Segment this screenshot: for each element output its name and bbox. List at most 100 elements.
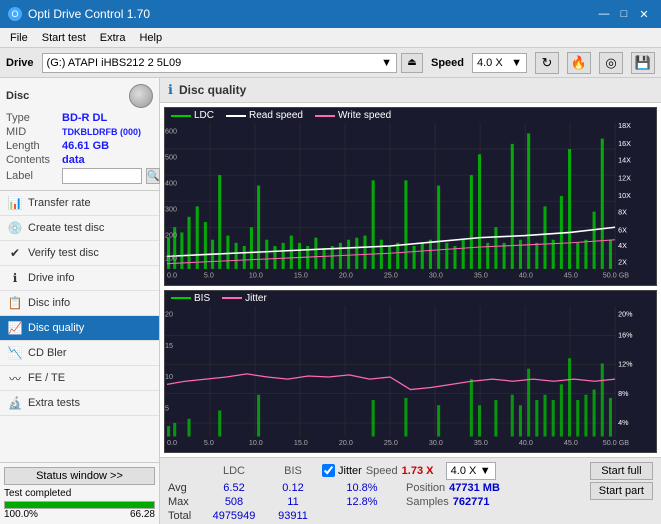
- avg-label: Avg: [168, 482, 200, 494]
- svg-text:8%: 8%: [618, 388, 629, 397]
- speed-value: 4.0 X: [477, 57, 503, 69]
- read-speed-color: [226, 115, 246, 117]
- refresh-button[interactable]: ↻: [535, 52, 559, 74]
- maximize-button[interactable]: □: [615, 5, 633, 23]
- save-button[interactable]: 💾: [631, 52, 655, 74]
- burn-button[interactable]: 🔥: [567, 52, 591, 74]
- total-ldc: 4975949: [204, 510, 264, 522]
- close-button[interactable]: ✕: [635, 5, 653, 23]
- speed-combo-arrow: ▼: [480, 465, 491, 477]
- svg-text:200: 200: [165, 231, 177, 240]
- bis-header: BIS: [268, 465, 318, 477]
- total-bis: 93911: [268, 510, 318, 522]
- sidebar-item-create-test-disc[interactable]: 💿 Create test disc: [0, 216, 159, 241]
- chart2-wrapper: BIS Jitter: [164, 290, 657, 453]
- legend-write-speed: Write speed: [315, 110, 391, 121]
- chart2-legend: BIS Jitter: [165, 291, 656, 306]
- chart2-svg: 20% 16% 12% 8% 4% 20 15 10 5 0.0 5.0 10.…: [165, 306, 656, 452]
- sidebar-item-extra-tests[interactable]: 🔬 Extra tests: [0, 391, 159, 416]
- disc-type-label: Type: [6, 112, 58, 124]
- label-button[interactable]: 🔍: [146, 168, 160, 184]
- label-input[interactable]: [62, 168, 142, 184]
- start-buttons: Start full Start part: [590, 462, 653, 500]
- jitter-label-chart: Jitter: [245, 293, 267, 304]
- sidebar-item-verify-test-disc[interactable]: ✔ Verify test disc: [0, 241, 159, 266]
- svg-text:6X: 6X: [618, 225, 627, 234]
- sidebar-item-fe-te[interactable]: 〰 FE / TE: [0, 366, 159, 391]
- jitter-checkbox-group: Jitter: [322, 464, 362, 477]
- progress-percent: 100.0%: [4, 509, 38, 520]
- ldc-label: LDC: [194, 110, 214, 121]
- disc-label-label: Label: [6, 170, 58, 182]
- svg-text:12%: 12%: [618, 359, 633, 368]
- svg-text:15.0: 15.0: [294, 270, 308, 279]
- svg-text:2X: 2X: [618, 258, 627, 267]
- sidebar-item-cd-bler[interactable]: 📉 CD Bler: [0, 341, 159, 366]
- disc-length-label: Length: [6, 140, 58, 152]
- svg-text:12X: 12X: [618, 173, 631, 182]
- minimize-button[interactable]: —: [595, 5, 613, 23]
- main-layout: Disc Type BD-R DL MID TDKBLDRFB (000) Le…: [0, 78, 661, 524]
- svg-text:10X: 10X: [618, 191, 631, 200]
- disc-length-field: Length 46.61 GB: [6, 140, 153, 152]
- stats-table: LDC BIS Jitter Speed 1.73 X 4.0 X ▼: [168, 462, 500, 522]
- menu-start-test[interactable]: Start test: [36, 31, 92, 45]
- content-title: Disc quality: [179, 83, 246, 97]
- disc-mid-value: TDKBLDRFB (000): [62, 127, 141, 137]
- disc-info-icon: 📋: [8, 296, 22, 310]
- svg-text:40.0: 40.0: [519, 270, 533, 279]
- extra-tests-icon: 🔬: [8, 396, 22, 410]
- fe-te-label: FE / TE: [28, 372, 65, 384]
- window-controls: — □ ✕: [595, 5, 653, 23]
- svg-text:45.0: 45.0: [564, 437, 578, 446]
- speed-arrow: ▼: [511, 57, 522, 69]
- progress-bar-container: [4, 501, 155, 509]
- content-icon: ℹ: [168, 82, 173, 98]
- max-label: Max: [168, 496, 200, 508]
- menu-extra[interactable]: Extra: [94, 31, 132, 45]
- drive-combo[interactable]: (G:) ATAPI iHBS212 2 5L09 ▼: [42, 53, 397, 73]
- fe-te-icon: 〰: [8, 371, 22, 385]
- label-row: Label 🔍: [6, 168, 153, 184]
- legend-jitter: Jitter: [222, 293, 267, 304]
- chart2-svg-area: 20% 16% 12% 8% 4% 20 15 10 5 0.0 5.0 10.…: [165, 306, 656, 452]
- chart1-svg-area: 18X 16X 14X 12X 10X 8X 6X 4X 2X 600 500 …: [165, 123, 656, 285]
- svg-text:40.0: 40.0: [519, 437, 533, 446]
- svg-text:25.0: 25.0: [384, 437, 398, 446]
- start-full-button[interactable]: Start full: [590, 462, 653, 480]
- speed-stat-combo[interactable]: 4.0 X ▼: [446, 462, 496, 480]
- svg-text:15: 15: [165, 340, 173, 349]
- drive-combo-arrow: ▼: [381, 57, 392, 69]
- speed-combo-val: 4.0 X: [451, 465, 477, 477]
- disc-quality-label: Disc quality: [28, 322, 84, 334]
- content-area: ℹ Disc quality LDC Read speed: [160, 78, 661, 524]
- disc-info-label: Disc info: [28, 297, 70, 309]
- menu-bar: File Start test Extra Help: [0, 28, 661, 48]
- status-window-button[interactable]: Status window >>: [4, 467, 155, 485]
- menu-help[interactable]: Help: [133, 31, 168, 45]
- svg-text:5.0: 5.0: [204, 270, 214, 279]
- disc-quality-icon: 📈: [8, 321, 22, 335]
- sidebar-item-drive-info[interactable]: ℹ Drive info: [0, 266, 159, 291]
- svg-text:35.0: 35.0: [474, 270, 488, 279]
- disc-info-panel: Disc Type BD-R DL MID TDKBLDRFB (000) Le…: [0, 78, 159, 191]
- svg-text:5: 5: [165, 403, 169, 412]
- svg-text:35.0: 35.0: [474, 437, 488, 446]
- speed-combo[interactable]: 4.0 X ▼: [472, 53, 527, 73]
- menu-file[interactable]: File: [4, 31, 34, 45]
- svg-text:14X: 14X: [618, 156, 631, 165]
- erase-button[interactable]: ◎: [599, 52, 623, 74]
- disc-contents-value: data: [62, 154, 85, 166]
- jitter-checkbox[interactable]: [322, 464, 335, 477]
- sidebar-item-disc-quality[interactable]: 📈 Disc quality: [0, 316, 159, 341]
- disc-mid-field: MID TDKBLDRFB (000): [6, 126, 153, 138]
- speed-stat-value: 1.73 X: [402, 465, 442, 477]
- sidebar-item-disc-info[interactable]: 📋 Disc info: [0, 291, 159, 316]
- write-speed-color: [315, 115, 335, 117]
- eject-button[interactable]: ⏏: [401, 53, 423, 73]
- start-part-button[interactable]: Start part: [590, 482, 653, 500]
- sidebar-item-transfer-rate[interactable]: 📊 Transfer rate: [0, 191, 159, 216]
- chart1-wrapper: LDC Read speed Write speed: [164, 107, 657, 286]
- read-speed-label: Read speed: [249, 110, 303, 121]
- legend-bis: BIS: [171, 293, 210, 304]
